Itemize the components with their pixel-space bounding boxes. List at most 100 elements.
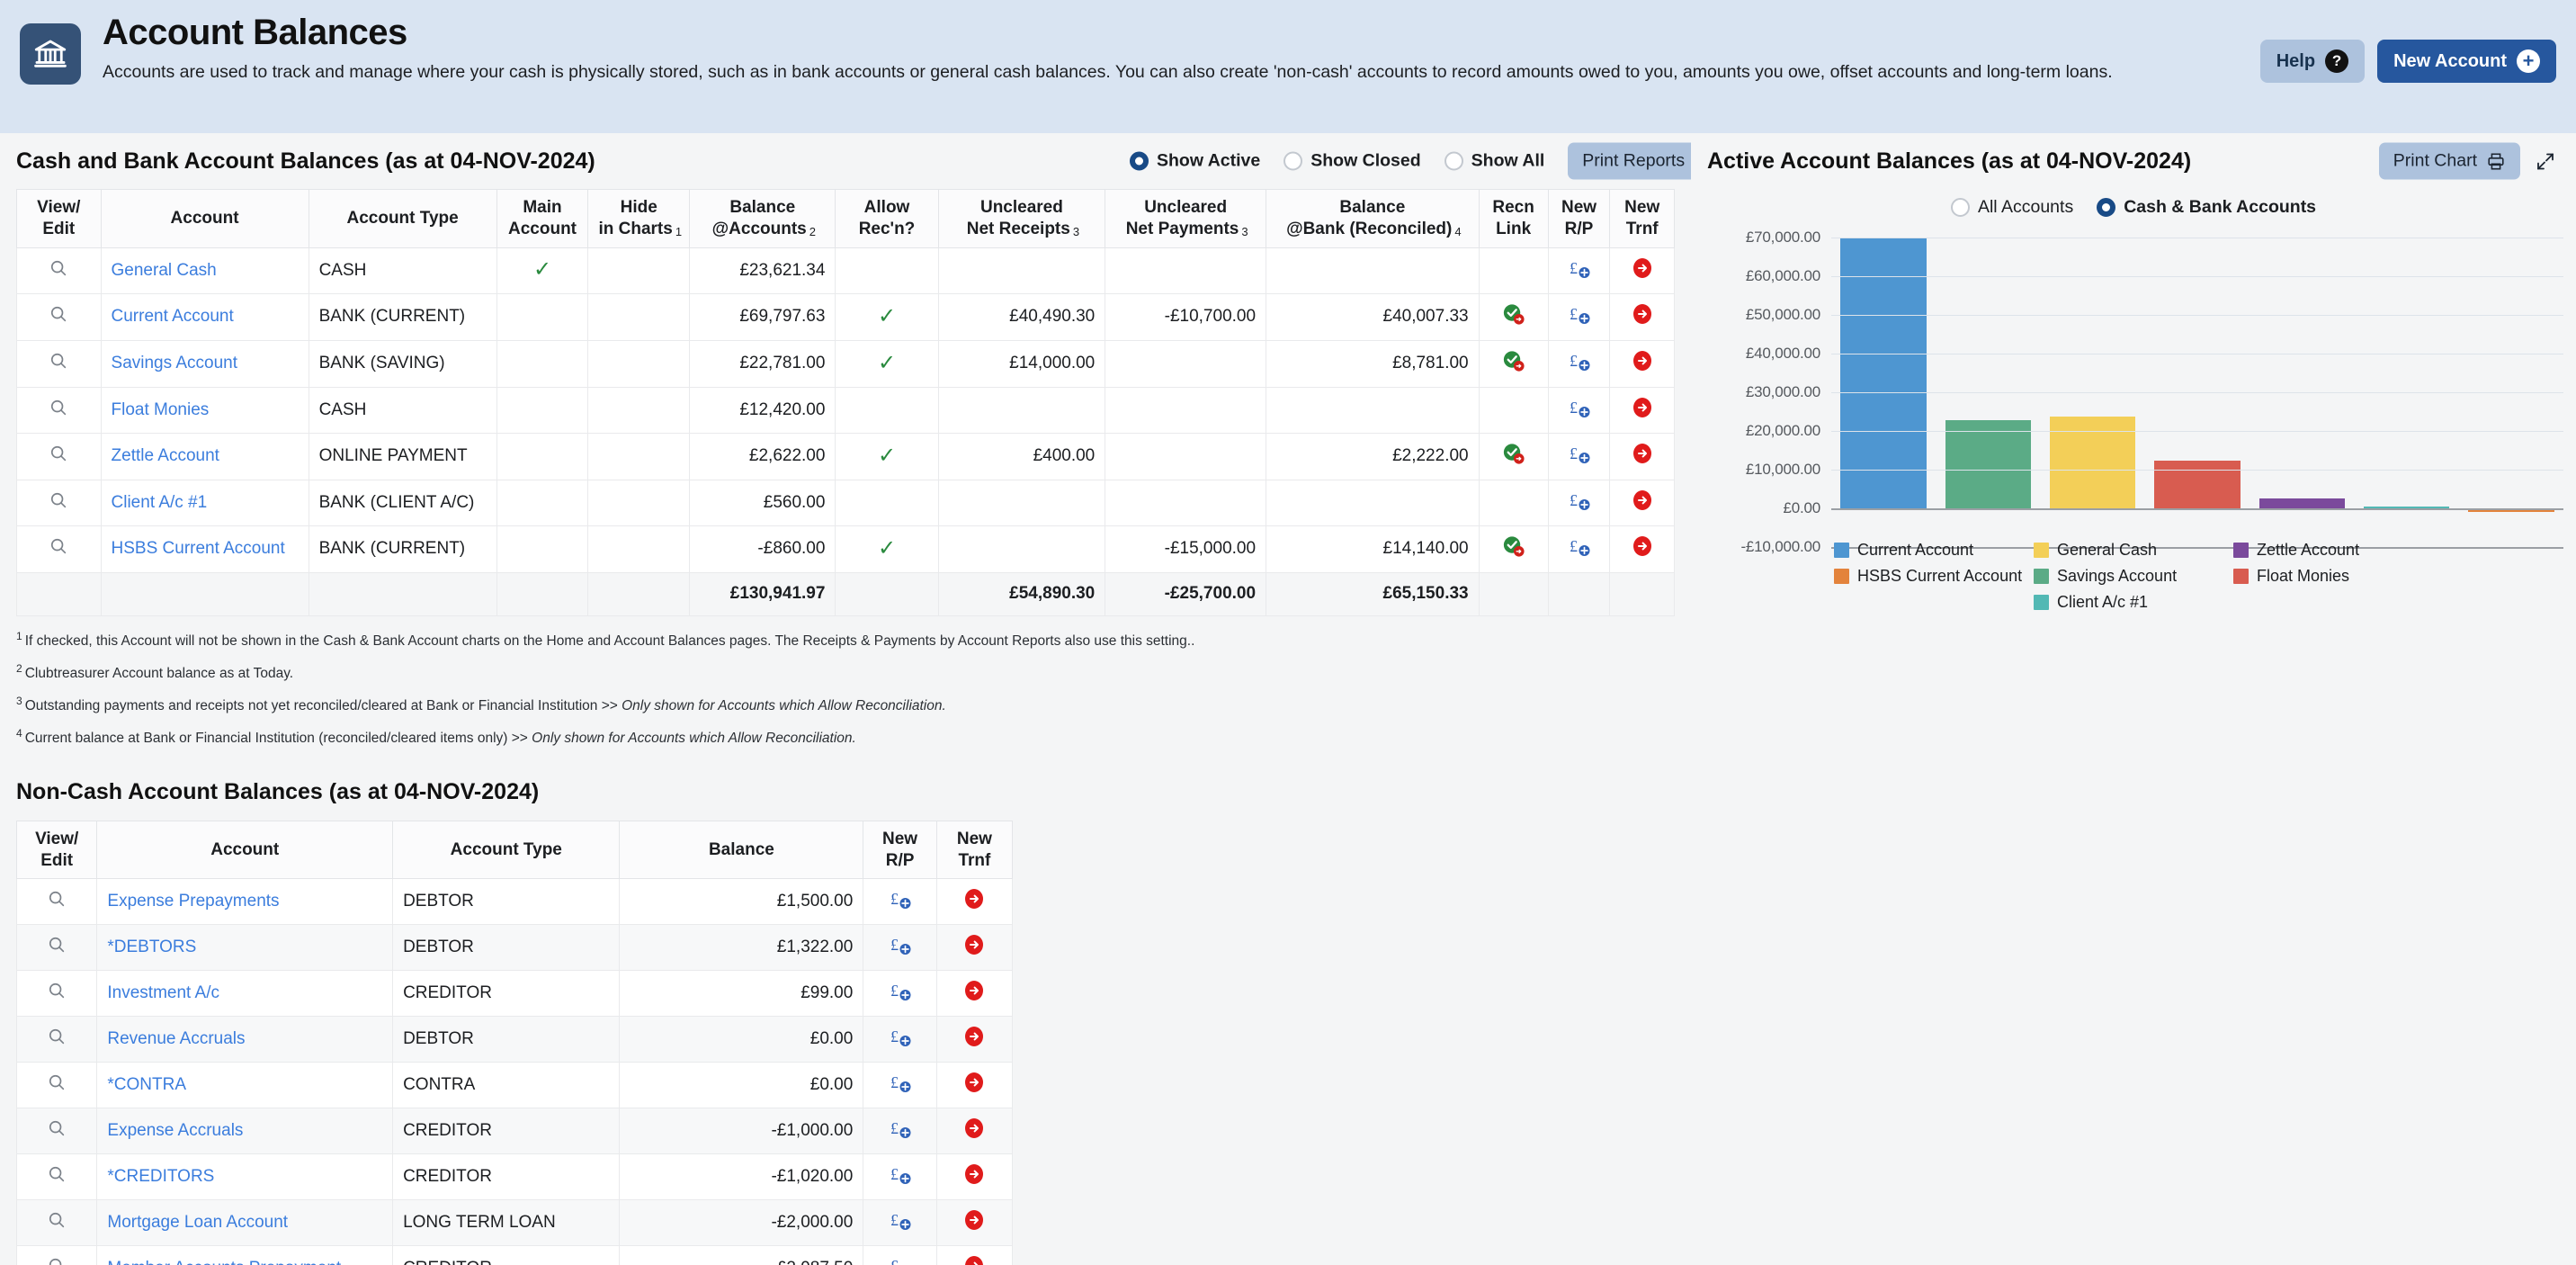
cell-new-trnf[interactable]: [1609, 292, 1675, 341]
cell-new-rp[interactable]: £: [1547, 339, 1611, 388]
cell-new-trnf[interactable]: [935, 1153, 1014, 1201]
expand-chart-button[interactable]: [2531, 147, 2560, 175]
view-edit-button[interactable]: [47, 981, 67, 1000]
cell-view-edit[interactable]: [15, 1245, 98, 1265]
new-transfer-button[interactable]: [962, 1025, 986, 1048]
cell-view-edit[interactable]: [16, 247, 102, 294]
view-edit-button[interactable]: [49, 258, 68, 278]
cell-recn-link[interactable]: [1478, 525, 1549, 573]
new-account-button[interactable]: New Account +: [2377, 40, 2556, 83]
chart-bar[interactable]: [1840, 238, 1927, 508]
cell-account[interactable]: Float Monies: [100, 386, 309, 434]
cell-new-trnf[interactable]: [1609, 525, 1675, 573]
cell-view-edit[interactable]: [15, 878, 98, 926]
account-link[interactable]: *CONTRA: [107, 1075, 186, 1094]
cell-new-rp[interactable]: £: [863, 1245, 937, 1265]
new-transfer-button[interactable]: [962, 887, 986, 911]
legend-item[interactable]: Float Monies: [2233, 567, 2433, 586]
account-link[interactable]: Client A/c #1: [112, 493, 208, 512]
cell-recn-link[interactable]: [1478, 479, 1549, 526]
cell-account[interactable]: Current Account: [100, 292, 309, 341]
cell-new-rp[interactable]: £: [863, 1199, 937, 1247]
legend-item[interactable]: Savings Account: [2034, 567, 2233, 586]
cell-recn-link[interactable]: [1478, 339, 1549, 388]
new-transfer-button[interactable]: [1631, 534, 1654, 558]
new-transfer-button[interactable]: [962, 1117, 986, 1140]
cell-view-edit[interactable]: [15, 1153, 98, 1201]
new-receipt-payment-button[interactable]: £: [889, 1071, 912, 1094]
view-edit-button[interactable]: [47, 1072, 67, 1092]
cell-view-edit[interactable]: [15, 1016, 98, 1063]
radio-show-all[interactable]: Show All: [1444, 151, 1544, 172]
cell-account[interactable]: *DEBTORS: [96, 924, 394, 972]
new-receipt-payment-button[interactable]: £: [889, 887, 912, 911]
print-chart-button[interactable]: Print Chart: [2378, 142, 2520, 180]
new-receipt-payment-button[interactable]: £: [889, 1117, 912, 1140]
new-transfer-button[interactable]: [962, 933, 986, 956]
new-transfer-button[interactable]: [1631, 302, 1654, 326]
cell-new-rp[interactable]: £: [863, 878, 937, 926]
cell-view-edit[interactable]: [16, 525, 102, 573]
cell-new-trnf[interactable]: [935, 1245, 1014, 1265]
cell-view-edit[interactable]: [15, 924, 98, 972]
recn-link-button[interactable]: [1501, 302, 1525, 327]
account-link[interactable]: *DEBTORS: [107, 938, 196, 956]
cell-new-rp[interactable]: £: [863, 1016, 937, 1063]
cell-new-trnf[interactable]: [935, 1108, 1014, 1155]
account-link[interactable]: Mortgage Loan Account: [107, 1213, 288, 1232]
cell-new-trnf[interactable]: [935, 878, 1014, 926]
new-receipt-payment-button[interactable]: £: [889, 979, 912, 1002]
cell-new-rp[interactable]: £: [1547, 292, 1611, 341]
view-edit-button[interactable]: [49, 490, 68, 510]
cell-new-rp[interactable]: £: [1547, 247, 1611, 294]
cell-new-trnf[interactable]: [935, 924, 1014, 972]
cell-new-rp[interactable]: £: [863, 1062, 937, 1109]
cell-new-rp[interactable]: £: [1547, 479, 1611, 526]
view-edit-button[interactable]: [47, 1027, 67, 1046]
cell-new-trnf[interactable]: [1609, 247, 1675, 294]
new-receipt-payment-button[interactable]: £: [889, 1025, 912, 1048]
view-edit-button[interactable]: [49, 304, 68, 324]
cell-new-trnf[interactable]: [935, 1199, 1014, 1247]
new-receipt-payment-button[interactable]: £: [889, 933, 912, 956]
cell-recn-link[interactable]: [1478, 292, 1549, 341]
cell-new-trnf[interactable]: [935, 1062, 1014, 1109]
cell-hide-in-charts[interactable]: [587, 432, 691, 480]
help-button[interactable]: Help ?: [2259, 40, 2366, 83]
cell-new-rp[interactable]: £: [1547, 432, 1611, 480]
new-transfer-button[interactable]: [962, 1208, 986, 1232]
cell-new-trnf[interactable]: [1609, 339, 1675, 388]
cell-hide-in-charts[interactable]: [587, 386, 691, 434]
new-transfer-button[interactable]: [962, 1071, 986, 1094]
cell-new-rp[interactable]: £: [1547, 386, 1611, 434]
view-edit-button[interactable]: [47, 889, 67, 909]
cell-new-trnf[interactable]: [1609, 479, 1675, 526]
cell-hide-in-charts[interactable]: [587, 247, 691, 294]
radio-all-accounts[interactable]: All Accounts: [1950, 197, 2073, 218]
cell-new-trnf[interactable]: [1609, 386, 1675, 434]
chart-bar[interactable]: [2154, 460, 2241, 508]
account-link[interactable]: Expense Accruals: [107, 1121, 243, 1140]
cell-recn-link[interactable]: [1478, 386, 1549, 434]
legend-item[interactable]: Current Account: [1834, 541, 2034, 560]
cell-recn-link[interactable]: [1478, 432, 1549, 480]
account-link[interactable]: Investment A/c: [107, 983, 219, 1002]
cell-account[interactable]: Client A/c #1: [100, 479, 309, 526]
new-receipt-payment-button[interactable]: £: [1568, 349, 1591, 372]
new-receipt-payment-button[interactable]: £: [1568, 396, 1591, 419]
new-receipt-payment-button[interactable]: £: [1568, 489, 1591, 512]
view-edit-button[interactable]: [47, 1210, 67, 1230]
cell-account[interactable]: Member Accounts Prepayment: [96, 1245, 394, 1265]
cell-view-edit[interactable]: [15, 1108, 98, 1155]
cell-new-trnf[interactable]: [935, 1016, 1014, 1063]
account-link[interactable]: *CREDITORS: [107, 1167, 214, 1186]
view-edit-button[interactable]: [47, 1118, 67, 1138]
new-receipt-payment-button[interactable]: £: [889, 1208, 912, 1232]
new-transfer-button[interactable]: [962, 1162, 986, 1186]
new-receipt-payment-button[interactable]: £: [889, 1162, 912, 1186]
cell-new-rp[interactable]: £: [863, 924, 937, 972]
cell-view-edit[interactable]: [16, 292, 102, 341]
chart-bar[interactable]: [2258, 498, 2345, 508]
cell-account[interactable]: *CREDITORS: [96, 1153, 394, 1201]
account-link[interactable]: Expense Prepayments: [107, 892, 279, 911]
